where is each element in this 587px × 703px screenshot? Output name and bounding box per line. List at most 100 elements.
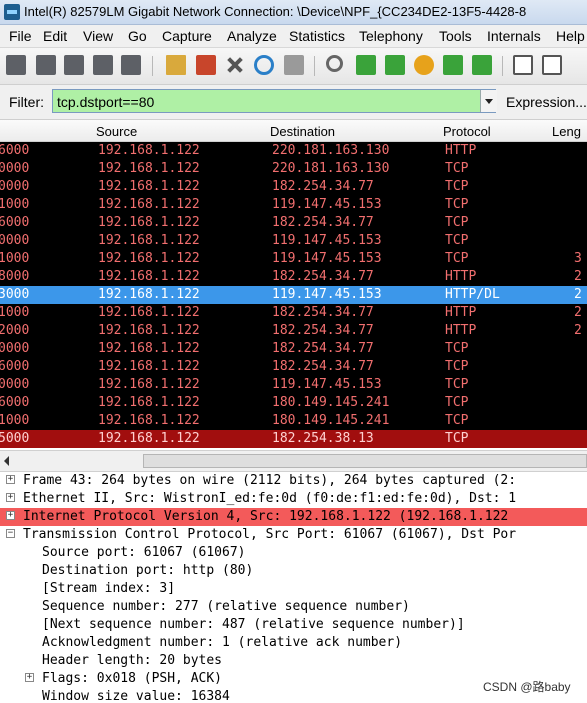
packet-protocol-cell: TCP bbox=[445, 359, 469, 374]
packet-row[interactable]: 1000 192.168.1.122 119.147.45.153 TCP 3 bbox=[0, 250, 587, 268]
packet-length-cell: 2 bbox=[574, 323, 582, 338]
detail-tree-item[interactable]: + Frame 43: 264 bytes on wire (2112 bits)… bbox=[0, 472, 587, 490]
packet-row[interactable]: 1000 192.168.1.122 180.149.145.241 TCP bbox=[0, 412, 587, 430]
detail-tree-label: Source port: 61067 (61067) bbox=[42, 545, 246, 560]
detail-tree-item[interactable]: Destination port: http (80) bbox=[0, 562, 587, 580]
menu-analyze[interactable]: Analyze bbox=[227, 28, 277, 44]
detail-tree-item[interactable]: [Next sequence number: 487 (relative seq… bbox=[0, 616, 587, 634]
column-header-source[interactable]: Source bbox=[96, 124, 137, 139]
interfaces-icon[interactable] bbox=[6, 55, 26, 75]
packet-row[interactable]: 0000 192.168.1.122 182.254.34.77 TCP bbox=[0, 340, 587, 358]
packet-length-cell: 2 bbox=[574, 287, 582, 302]
packet-row[interactable]: 2000 192.168.1.122 182.254.34.77 HTTP 2 bbox=[0, 322, 587, 340]
detail-tree-item[interactable]: Source port: 61067 (61067) bbox=[0, 544, 587, 562]
packet-row[interactable]: 6000 192.168.1.122 220.181.163.130 HTTP bbox=[0, 142, 587, 160]
menu-tools[interactable]: Tools bbox=[439, 28, 472, 44]
packet-row[interactable]: 0000 192.168.1.122 220.181.163.130 TCP bbox=[0, 160, 587, 178]
detail-tree-item[interactable]: Sequence number: 277 (relative sequence … bbox=[0, 598, 587, 616]
packet-row[interactable]: 3000 192.168.1.122 119.147.45.153 HTTP/DL 2 bbox=[0, 286, 587, 304]
packet-row[interactable]: 6000 192.168.1.122 182.254.34.77 TCP bbox=[0, 214, 587, 232]
packet-source-cell: 192.168.1.122 bbox=[98, 341, 200, 356]
last-packet-icon[interactable] bbox=[472, 55, 492, 75]
menu-go[interactable]: Go bbox=[128, 28, 147, 44]
packet-source-cell: 192.168.1.122 bbox=[98, 161, 200, 176]
detail-tree-item[interactable]: + Ethernet II, Src: WistronI_ed:fe:0d (f0… bbox=[0, 490, 587, 508]
column-header-protocol[interactable]: Protocol bbox=[443, 124, 491, 139]
detail-tree-label: Sequence number: 277 (relative sequence … bbox=[42, 599, 410, 614]
filter-dropdown-button[interactable] bbox=[480, 90, 497, 112]
packet-destination-cell: 182.254.34.77 bbox=[272, 215, 374, 230]
detail-tree-label: Transmission Control Protocol, Src Port:… bbox=[23, 527, 517, 542]
packet-protocol-cell: TCP bbox=[445, 341, 469, 356]
packet-protocol-cell: HTTP/DL bbox=[445, 287, 500, 302]
packet-row[interactable]: 6000 192.168.1.122 180.149.145.241 TCP bbox=[0, 394, 587, 412]
menu-bar: File Edit View Go Capture Analyze Statis… bbox=[0, 25, 587, 48]
packet-time-cell: 1000 bbox=[0, 305, 30, 320]
packet-time-cell: 3000 bbox=[0, 287, 30, 302]
expand-icon[interactable]: + bbox=[6, 493, 15, 502]
packet-length-cell: 2 bbox=[574, 305, 582, 320]
menu-internals[interactable]: Internals bbox=[487, 28, 541, 44]
wireshark-app-icon bbox=[4, 4, 20, 20]
packet-destination-cell: 119.147.45.153 bbox=[272, 287, 382, 302]
detail-tree-item[interactable]: + Internet Protocol Version 4, Src: 192.1… bbox=[0, 508, 587, 526]
detail-tree-item[interactable]: [Stream index: 3] bbox=[0, 580, 587, 598]
packet-row[interactable]: 0000 192.168.1.122 119.147.45.153 TCP bbox=[0, 376, 587, 394]
packet-row[interactable]: 5000 192.168.1.122 182.254.38.13 TCP bbox=[0, 430, 587, 448]
menu-file[interactable]: File bbox=[9, 28, 32, 44]
packet-source-cell: 192.168.1.122 bbox=[98, 287, 200, 302]
packet-destination-cell: 119.147.45.153 bbox=[272, 377, 382, 392]
packet-source-cell: 192.168.1.122 bbox=[98, 413, 200, 428]
menu-edit[interactable]: Edit bbox=[43, 28, 67, 44]
expression-button[interactable]: Expression... bbox=[506, 94, 587, 110]
menu-telephony[interactable]: Telephony bbox=[359, 28, 423, 44]
go-back-icon[interactable] bbox=[356, 55, 376, 75]
expand-icon[interactable]: + bbox=[6, 511, 15, 520]
reload-icon[interactable] bbox=[254, 55, 274, 75]
save-file-icon[interactable] bbox=[196, 55, 216, 75]
stop-capture-icon[interactable] bbox=[93, 55, 113, 75]
packet-row[interactable]: 8000 192.168.1.122 182.254.34.77 HTTP 2 bbox=[0, 268, 587, 286]
start-capture-icon[interactable] bbox=[64, 55, 84, 75]
expand-icon[interactable]: + bbox=[25, 673, 34, 682]
packet-source-cell: 192.168.1.122 bbox=[98, 377, 200, 392]
go-forward-icon[interactable] bbox=[385, 55, 405, 75]
horizontal-scrollbar[interactable] bbox=[0, 450, 587, 472]
colorize-icon[interactable] bbox=[513, 55, 533, 75]
packet-protocol-cell: TCP bbox=[445, 431, 469, 446]
packet-source-cell: 192.168.1.122 bbox=[98, 305, 200, 320]
go-to-packet-icon[interactable] bbox=[414, 55, 434, 75]
packet-row[interactable]: 0000 192.168.1.122 119.147.45.153 TCP bbox=[0, 232, 587, 250]
menu-statistics[interactable]: Statistics bbox=[289, 28, 345, 44]
capture-options-icon[interactable] bbox=[36, 55, 56, 75]
find-packet-icon[interactable] bbox=[326, 55, 343, 72]
packet-destination-cell: 119.147.45.153 bbox=[272, 197, 382, 212]
expand-icon[interactable]: + bbox=[6, 475, 15, 484]
packet-row[interactable]: 1000 192.168.1.122 119.147.45.153 TCP bbox=[0, 196, 587, 214]
close-file-icon[interactable] bbox=[224, 55, 244, 75]
detail-tree-label: Destination port: http (80) bbox=[42, 563, 254, 578]
packet-row[interactable]: 0000 192.168.1.122 182.254.34.77 TCP bbox=[0, 178, 587, 196]
packet-source-cell: 192.168.1.122 bbox=[98, 215, 200, 230]
menu-view[interactable]: View bbox=[83, 28, 113, 44]
scrollbar-thumb[interactable] bbox=[143, 454, 587, 468]
scroll-left-icon[interactable] bbox=[4, 456, 9, 466]
print-icon[interactable] bbox=[284, 55, 304, 75]
packet-row[interactable]: 6000 192.168.1.122 182.254.34.77 TCP bbox=[0, 358, 587, 376]
detail-tree-item[interactable]: − Transmission Control Protocol, Src Port… bbox=[0, 526, 587, 544]
display-filter-input[interactable]: tcp.dstport==80 bbox=[52, 89, 496, 113]
restart-capture-icon[interactable] bbox=[121, 55, 141, 75]
first-packet-icon[interactable] bbox=[443, 55, 463, 75]
packet-protocol-cell: TCP bbox=[445, 197, 469, 212]
collapse-icon[interactable]: − bbox=[6, 529, 15, 538]
menu-help[interactable]: Help bbox=[556, 28, 585, 44]
open-file-icon[interactable] bbox=[166, 55, 186, 75]
packet-row[interactable]: 1000 192.168.1.122 182.254.34.77 HTTP 2 bbox=[0, 304, 587, 322]
packet-destination-cell: 119.147.45.153 bbox=[272, 233, 382, 248]
menu-capture[interactable]: Capture bbox=[162, 28, 212, 44]
detail-tree-item[interactable]: Acknowledgment number: 1 (relative ack n… bbox=[0, 634, 587, 652]
column-header-destination[interactable]: Destination bbox=[270, 124, 335, 139]
detail-tree-item[interactable]: Header length: 20 bytes bbox=[0, 652, 587, 670]
column-header-length[interactable]: Leng bbox=[552, 124, 581, 139]
auto-scroll-icon[interactable] bbox=[542, 55, 562, 75]
